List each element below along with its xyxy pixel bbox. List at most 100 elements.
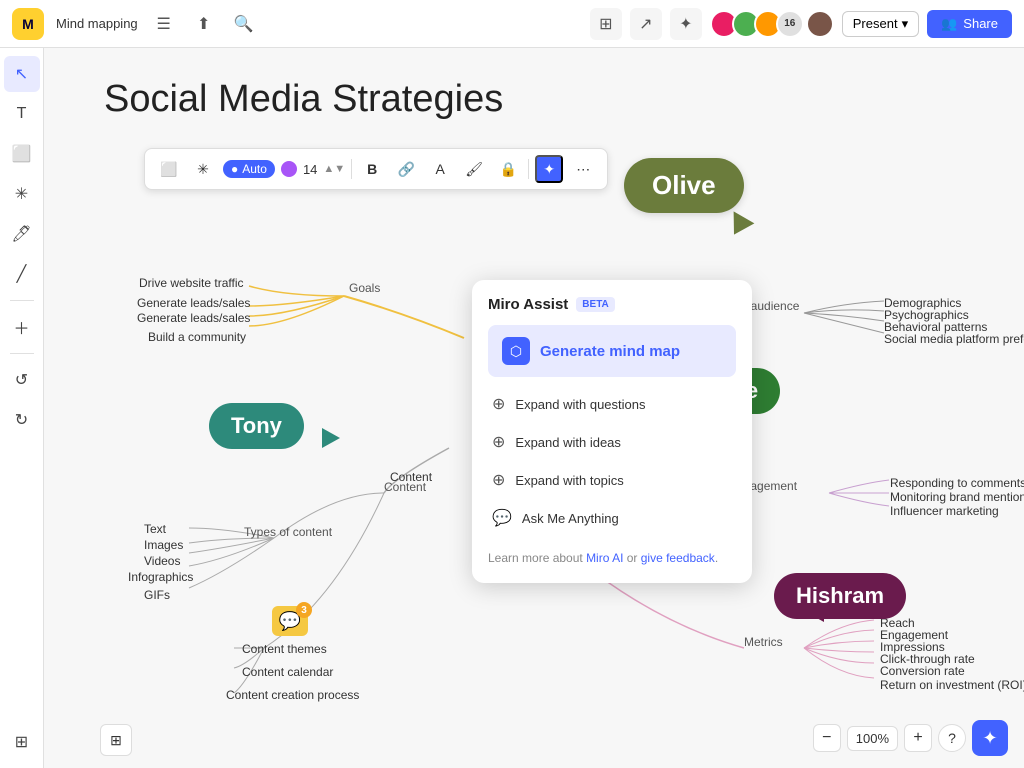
olive-label: Olive [652,170,716,200]
add-tool[interactable]: ＋ [4,309,40,345]
hishram-label: Hishram [796,583,884,608]
font-size[interactable]: 14 [303,162,317,177]
share-button[interactable]: 👥 Share [927,10,1012,38]
expand-ideas-icon: ⊕ [492,432,505,452]
svg-text:Goals: Goals [349,281,380,295]
sticky-note-tool[interactable]: ⬜ [4,136,40,172]
beta-badge: BETA [576,297,614,312]
paint-btn[interactable]: 🖌 [460,155,488,183]
shapes-tool[interactable]: ✳ [4,176,40,212]
more-options-btn[interactable]: ⋯ [569,155,597,183]
cursor-mode-icon[interactable]: ↗ [630,8,662,40]
node-roi: Return on investment (ROI) [880,678,1024,692]
cursor-tool[interactable]: ↖ [4,56,40,92]
generate-icon: ⬡ [502,337,530,365]
node-build-community: Build a community [148,330,246,344]
footer-end: . [715,551,718,565]
svg-text:Metrics: Metrics [744,635,783,649]
tony-arrow [322,428,340,448]
help-btn[interactable]: ? [938,724,966,752]
expand-topics-item[interactable]: ⊕ Expand with topics [488,461,736,499]
left-toolbar: ↖ T ⬜ ✳ 🖊 ╱ ＋ ↺ ↻ ⊞ [0,48,44,768]
menu-icon[interactable]: ☰ [150,10,178,38]
sparkle-icon[interactable]: ✦ [670,8,702,40]
node-gifs: GIFs [144,588,170,602]
format-separator-1 [351,159,352,179]
miro-logo: M [12,8,44,40]
app-title: Mind mapping [56,16,138,31]
olive-bubble: Olive [624,158,744,213]
generate-label: Generate mind map [540,343,680,360]
node-drive-traffic: Drive website traffic [139,276,243,290]
popup-footer: Learn more about Miro AI or give feedbac… [488,549,736,567]
text-tool[interactable]: T [4,96,40,132]
assist-format-btn[interactable]: ✦ [535,155,563,183]
ask-me-anything-item[interactable]: 💬 Ask Me Anything [488,499,736,537]
rectangle-tool-btn[interactable]: ⬜ [155,155,183,183]
mindmap-tool-btn[interactable]: ✳ [189,155,217,183]
text-color-btn[interactable]: A [426,155,454,183]
search-icon[interactable]: 🔍 [230,10,258,38]
lock-btn[interactable]: 🔒 [494,155,522,183]
expand-topics-label: Expand with topics [515,473,623,488]
board-panel-btn[interactable]: ⊞ [100,724,132,756]
toolbar-separator [10,300,34,301]
node-content-creation: Content creation process [226,688,359,702]
format-toolbar: ⬜ ✳ ● Auto 14 ▲▼ B 🔗 A 🖌 🔒 ✦ ⋯ [144,148,608,190]
node-content-themes: Content themes [242,642,327,656]
expand-questions-item[interactable]: ⊕ Expand with questions [488,385,736,423]
node-images: Images [144,538,183,552]
undo-tool[interactable]: ↺ [4,362,40,398]
redo-tool[interactable]: ↻ [4,402,40,438]
node-content: Content [390,470,432,484]
expand-ideas-item[interactable]: ⊕ Expand with ideas [488,423,736,461]
node-content-calendar: Content calendar [242,665,333,679]
pen-tool[interactable]: 🖊 [4,216,40,252]
link-btn[interactable]: 🔗 [392,155,420,183]
zoom-in-btn[interactable]: + [904,724,932,752]
auto-toggle[interactable]: ● Auto [223,160,275,178]
present-button[interactable]: Present ▾ [842,11,919,37]
format-separator-2 [528,159,529,179]
node-social-platform: Social media platform preferences [884,332,1024,346]
zoom-out-btn[interactable]: − [813,724,841,752]
miro-assist-popup: Miro Assist BETA ⬡ Generate mind map ⊕ E… [472,280,752,583]
tony-bubble: Tony [209,403,304,449]
node-monitoring: Monitoring brand mentions [890,490,1024,504]
chevron-down-icon: ▾ [902,16,909,32]
font-size-arrows[interactable]: ▲▼ [323,163,345,175]
canvas[interactable]: Social Media Strategies ⬜ ✳ ● Auto 14 ▲▼… [44,48,1024,768]
expand-topics-icon: ⊕ [492,470,505,490]
grid-apps-icon[interactable]: ⊞ [590,8,622,40]
miro-ai-link[interactable]: Miro AI [586,551,623,565]
upload-icon[interactable]: ⬆ [190,10,218,38]
node-infographics: Infographics [128,570,193,584]
avatar-count: 16 [776,10,804,38]
node-influencer: Influencer marketing [890,504,999,518]
line-tool[interactable]: ╱ [4,256,40,292]
footer-middle: or [623,551,640,565]
feedback-link[interactable]: give feedback [641,551,715,565]
expand-questions-label: Expand with questions [515,397,645,412]
toolbar-separator-2 [10,353,34,354]
tony-label: Tony [231,413,282,438]
node-generate-leads-2: Generate leads/sales [137,311,250,325]
expand-ideas-label: Expand with ideas [515,435,621,450]
node-conversion: Conversion rate [880,664,965,678]
zoom-level[interactable]: 100% [847,726,898,751]
popup-header: Miro Assist BETA [488,296,736,313]
ask-icon: 💬 [492,508,512,528]
ask-label: Ask Me Anything [522,511,619,526]
main-layout: ↖ T ⬜ ✳ 🖊 ╱ ＋ ↺ ↻ ⊞ Social Media Strateg… [0,48,1024,768]
assist-fab-btn[interactable]: ✦ [972,720,1008,756]
popup-title: Miro Assist [488,296,568,313]
generate-mindmap-btn[interactable]: ⬡ Generate mind map [488,325,736,377]
board-view-tool[interactable]: ⊞ [4,724,40,760]
color-picker[interactable] [281,161,297,177]
chat-badge[interactable]: 3 💬 [272,606,308,636]
avatar-group: 16 [710,10,804,38]
bold-btn[interactable]: B [358,155,386,183]
svg-text:Types of content: Types of content [244,525,333,539]
expand-questions-icon: ⊕ [492,394,505,414]
topbar: M Mind mapping ☰ ⬆ 🔍 ⊞ ↗ ✦ 16 Present ▾ … [0,0,1024,48]
